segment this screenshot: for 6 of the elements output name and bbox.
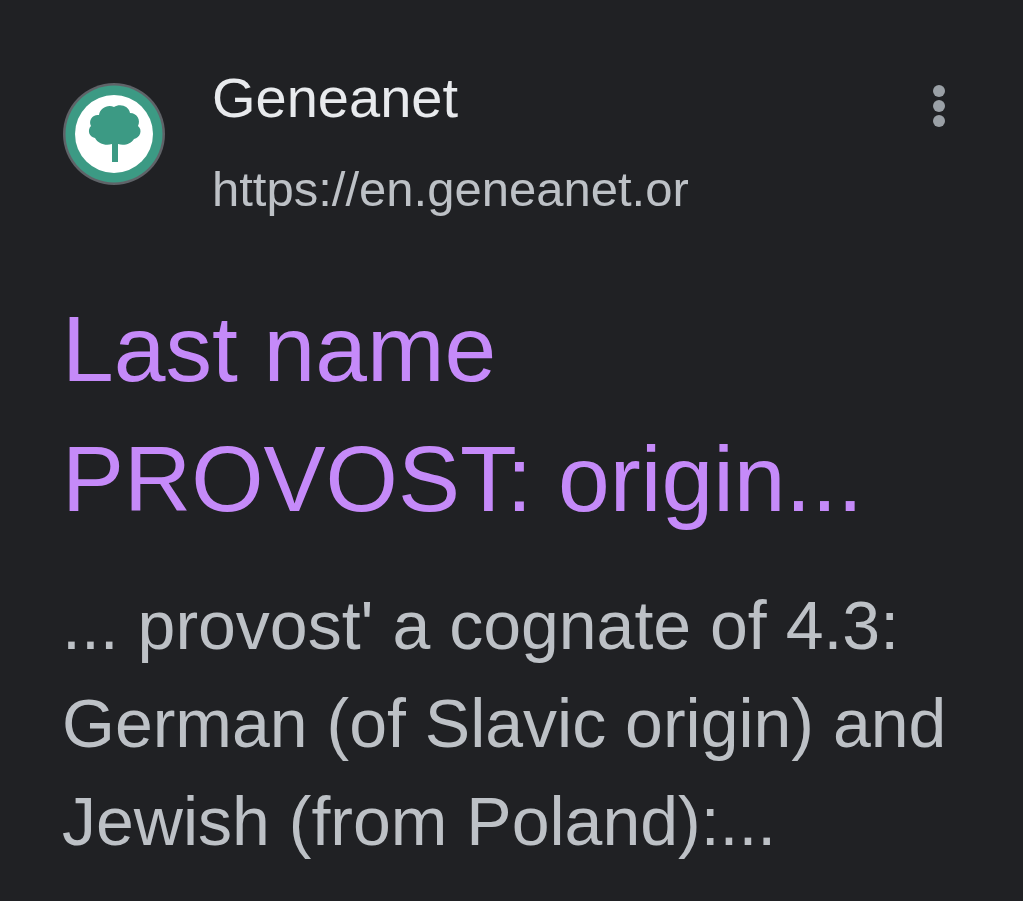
result-title-link[interactable]: Last name PROVOST: origin... bbox=[62, 284, 942, 544]
tree-logo-icon bbox=[62, 82, 166, 186]
kebab-menu-icon bbox=[932, 84, 946, 128]
site-url: https://en.geneanet.or bbox=[212, 161, 690, 218]
site-name: Geneanet bbox=[212, 65, 459, 131]
result-snippet: ... provost' a cognate of 4.3: German (of Slavic origin) and Jewish (from Poland):... bbox=[62, 586, 948, 861]
